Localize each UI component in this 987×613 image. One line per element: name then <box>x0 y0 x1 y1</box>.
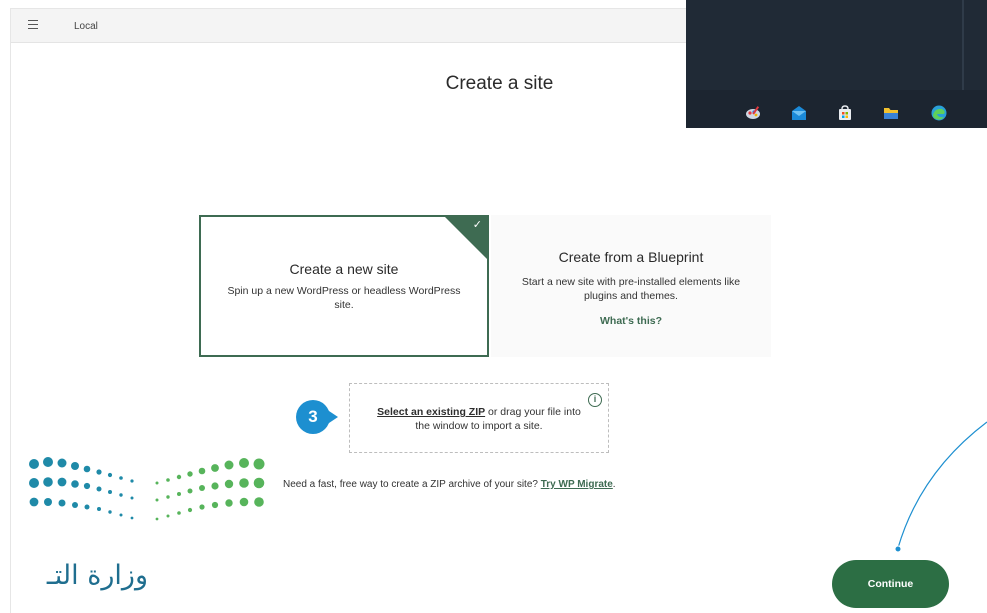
create-from-blueprint-card[interactable]: Create from a Blueprint Start a new site… <box>491 215 771 357</box>
file-explorer-icon[interactable] <box>882 104 900 122</box>
zip-instructions: Select an existing ZIP or drag your file… <box>370 405 588 433</box>
selected-corner <box>443 215 489 261</box>
migrate-note-suffix: . <box>612 479 616 490</box>
ministry-wordmark: وزارة التـ <box>46 560 148 591</box>
blueprint-description: Start a new site with pre-installed elem… <box>521 276 741 302</box>
info-icon[interactable]: i <box>588 393 602 407</box>
create-new-site-card[interactable]: ✓ Create a new site Spin up a new WordPr… <box>199 215 489 357</box>
app-title: Local <box>74 21 98 32</box>
step-callout-badge: 3 <box>296 400 342 434</box>
new-site-description: Spin up a new WordPress or headless Word… <box>227 285 461 311</box>
edge-browser-icon[interactable] <box>930 104 948 122</box>
migrate-note: Need a fast, free way to create a ZIP ar… <box>283 479 616 490</box>
mail-icon[interactable] <box>790 104 808 122</box>
new-site-title: Create a new site <box>289 261 399 277</box>
continue-button[interactable]: Continue <box>832 560 949 608</box>
hamburger-menu-icon[interactable] <box>28 20 38 29</box>
whats-this-link[interactable]: What's this? <box>491 315 771 327</box>
checkmark-icon: ✓ <box>472 219 482 231</box>
windows-taskbar-overlay <box>686 0 987 128</box>
callout-line <box>894 421 987 553</box>
select-existing-zip-link[interactable]: Select an existing ZIP <box>377 406 485 418</box>
zip-drop-zone[interactable]: Select an existing ZIP or drag your file… <box>349 383 609 453</box>
try-wp-migrate-link[interactable]: Try WP Migrate <box>541 479 613 490</box>
store-icon[interactable] <box>836 104 854 122</box>
step-number: 3 <box>296 400 330 434</box>
blueprint-title: Create from a Blueprint <box>558 249 704 265</box>
migrate-note-text: Need a fast, free way to create a ZIP ar… <box>283 479 541 490</box>
paint-icon[interactable] <box>744 104 762 122</box>
ministry-logo <box>29 457 265 521</box>
